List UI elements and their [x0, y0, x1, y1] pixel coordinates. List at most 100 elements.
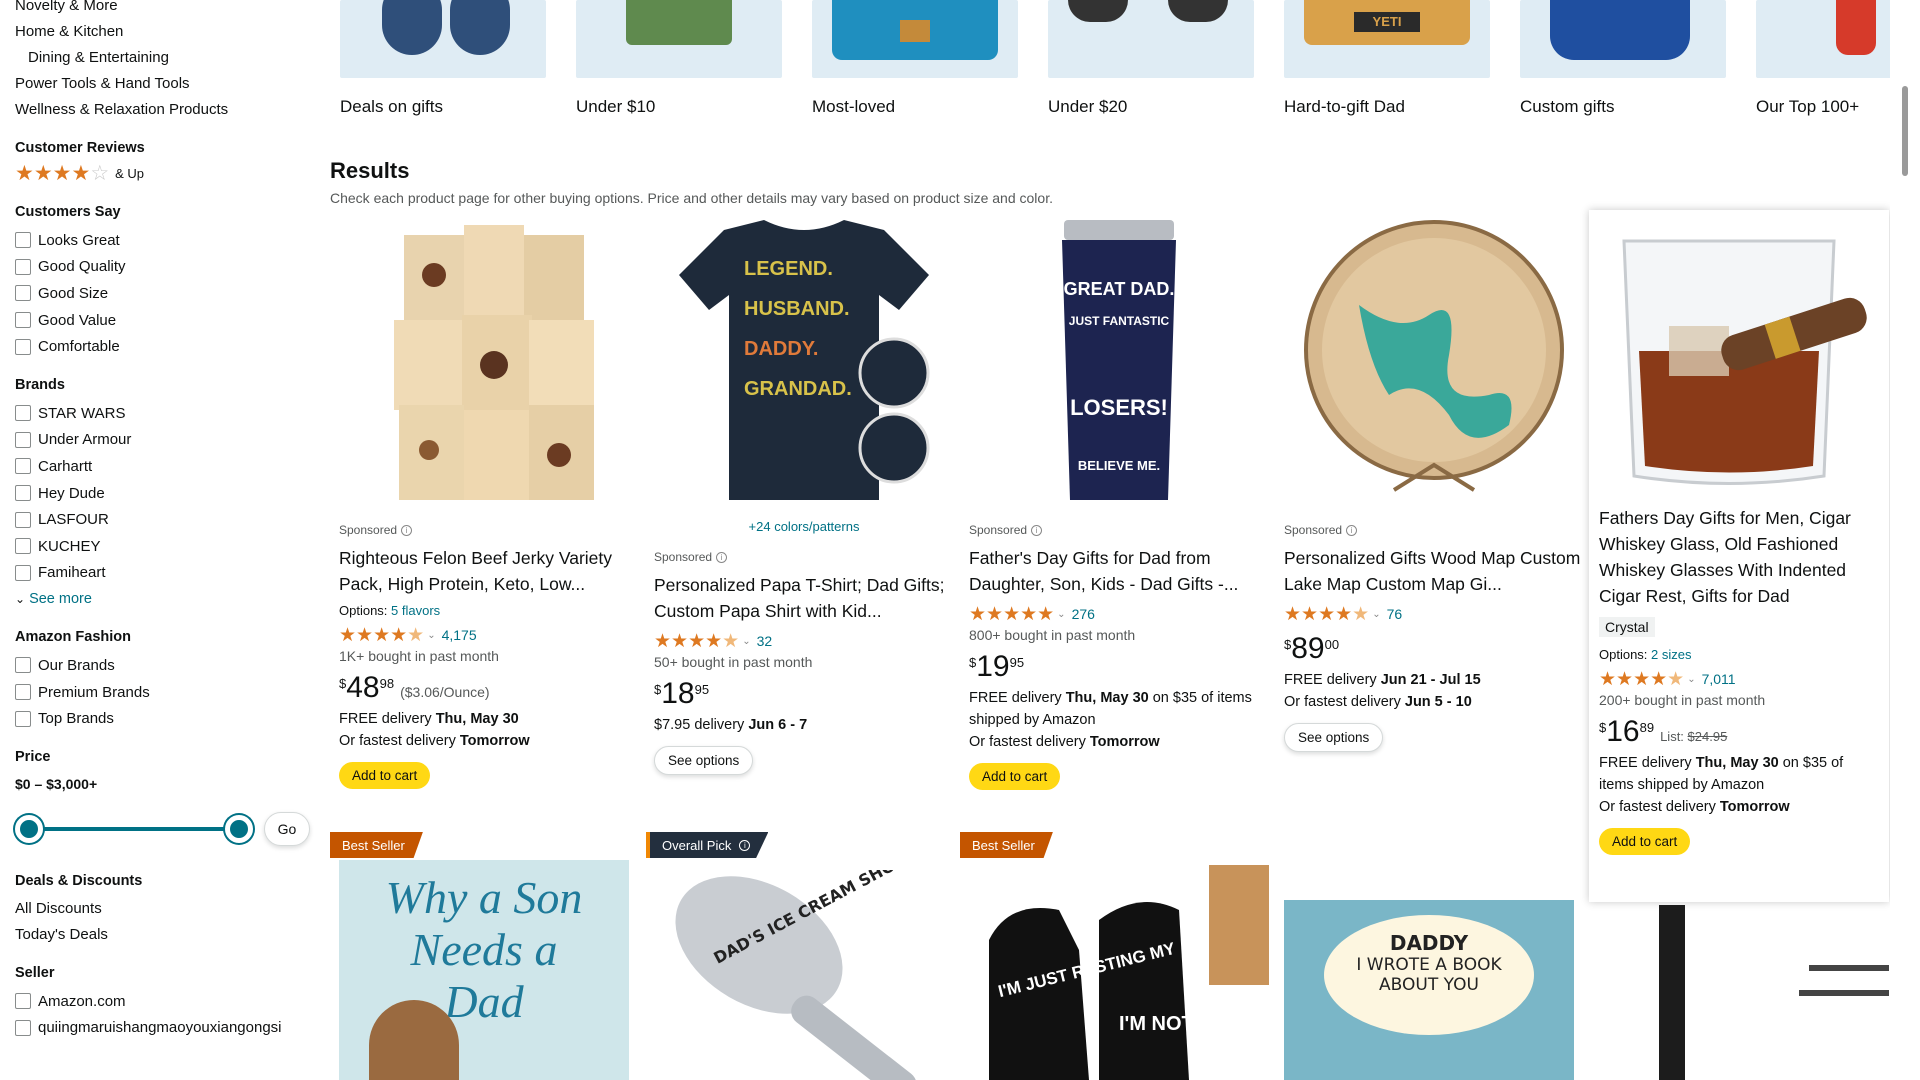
checkbox[interactable] — [15, 710, 31, 727]
product-price: $18 95 — [654, 677, 710, 710]
checkbox[interactable] — [15, 232, 31, 249]
four-stars-and-up-filter[interactable]: ★ ★ ★ ★ ☆ & Up — [15, 159, 320, 187]
see-options-button[interactable]: See options — [1284, 723, 1384, 752]
checkbox[interactable] — [15, 657, 31, 674]
checkbox[interactable] — [15, 312, 31, 329]
checkbox[interactable] — [15, 511, 31, 528]
checkbox-label: Premium Brands — [38, 683, 150, 701]
checkbox[interactable] — [15, 405, 31, 422]
checkbox[interactable] — [15, 538, 31, 555]
price-go-button[interactable]: Go — [264, 811, 310, 846]
category-tile-deals[interactable]: Deals on gifts — [340, 0, 546, 117]
category-tile-custom-gifts[interactable]: Custom gifts — [1520, 0, 1726, 117]
category-tile-hard-to-gift-dad[interactable]: YETI Hard-to-gift Dad — [1284, 0, 1490, 117]
seller-quiingmarui[interactable]: quiingmaruishangmaoyouxiangongsi — [15, 1015, 320, 1042]
review-count[interactable]: 7,011 — [1702, 671, 1736, 687]
half-star-icon: ★ — [407, 624, 425, 646]
category-link-wellness[interactable]: Wellness & Relaxation Products — [15, 97, 320, 123]
all-discounts-link[interactable]: All Discounts — [15, 896, 320, 922]
checkbox[interactable] — [15, 485, 31, 502]
filter-good-size[interactable]: Good Size — [15, 280, 320, 307]
checkbox[interactable] — [15, 258, 31, 275]
brand-kuchey[interactable]: KUCHEY — [15, 533, 320, 560]
product-title[interactable]: Personalized Gifts Wood Map Custom Lake … — [1284, 545, 1584, 597]
product-image-socks[interactable]: I'M JUST RESTING MY I'M NOT — [969, 860, 1269, 1080]
category-tile-under-20[interactable]: Under $20 — [1048, 0, 1254, 117]
add-to-cart-button[interactable]: Add to cart — [339, 762, 431, 789]
product-image-daddy-book[interactable]: DADDY I WROTE A BOOK ABOUT YOU — [1284, 900, 1574, 1080]
filter-good-value[interactable]: Good Value — [15, 307, 320, 334]
product-title[interactable]: Personalized Papa T-Shirt; Dad Gifts; Cu… — [654, 572, 954, 624]
filter-good-quality[interactable]: Good Quality — [15, 254, 320, 281]
price-slider-min-handle[interactable] — [15, 814, 43, 843]
checkbox[interactable] — [15, 1019, 31, 1036]
checkbox[interactable] — [15, 431, 31, 448]
filter-looks-great[interactable]: Looks Great — [15, 227, 320, 254]
book-title-line: Why a Son — [385, 872, 583, 923]
filter-comfortable[interactable]: Comfortable — [15, 333, 320, 360]
review-count[interactable]: 32 — [757, 633, 773, 649]
review-count[interactable]: 276 — [1072, 606, 1095, 622]
info-icon[interactable]: i — [401, 524, 413, 536]
checkbox[interactable] — [15, 338, 31, 355]
brand-famiheart[interactable]: Famiheart — [15, 560, 320, 587]
category-link-power-tools[interactable]: Power Tools & Hand Tools — [15, 71, 320, 97]
product-image[interactable]: LEGEND. HUSBAND. DADDY. GRANDAD. — [654, 215, 954, 505]
price-slider-max-handle[interactable] — [225, 814, 253, 843]
product-image-ice-cream-spoon[interactable]: DAD'S ICE CREAM SHOVEL — [654, 870, 944, 1080]
category-tile-under-10[interactable]: Under $10 — [576, 0, 782, 117]
brand-lasfour[interactable]: LASFOUR — [15, 506, 320, 533]
brand-under-armour[interactable]: Under Armour — [15, 427, 320, 454]
fashion-top-brands[interactable]: Top Brands — [15, 705, 320, 732]
category-tile-top-100[interactable]: Our Top 100+ — [1756, 0, 1890, 117]
add-to-cart-button[interactable]: Add to cart — [1599, 828, 1691, 855]
brand-carhartt[interactable]: Carhartt — [15, 453, 320, 480]
see-options-button[interactable]: See options — [654, 746, 754, 775]
price-slider-track — [29, 826, 239, 831]
checkbox[interactable] — [15, 285, 31, 302]
checkbox[interactable] — [15, 564, 31, 581]
product-title[interactable]: Righteous Felon Beef Jerky Variety Pack,… — [339, 545, 639, 597]
todays-deals-link[interactable]: Today's Deals — [15, 922, 320, 948]
page-scrollbar[interactable] — [1890, 0, 1920, 1080]
fashion-premium-brands[interactable]: Premium Brands — [15, 679, 320, 706]
info-icon[interactable]: i — [716, 551, 728, 563]
brand-star-wars[interactable]: STAR WARS — [15, 400, 320, 427]
options-link[interactable]: 5 flavors — [391, 603, 440, 618]
info-icon[interactable]: i — [1346, 524, 1358, 536]
product-image-book-son-dad[interactable]: Why a Son Needs a Dad — [339, 860, 629, 1080]
brand-hey-dude[interactable]: Hey Dude — [15, 480, 320, 507]
review-count[interactable]: 4,175 — [442, 627, 477, 643]
scrollbar-thumb[interactable] — [1902, 86, 1908, 176]
category-link-novelty[interactable]: Novelty & More — [15, 0, 320, 19]
price-range-label: $0 – $3,000+ — [15, 775, 98, 792]
product-rating[interactable]: ★★★★ ★ ⌄ 7,011 — [1599, 668, 1879, 690]
product-image[interactable]: GREAT DAD. JUST FANTASTIC LOSERS! BELIEV… — [969, 215, 1269, 505]
info-icon[interactable]: i — [1031, 524, 1043, 536]
see-more-brands-link[interactable]: ⌄ See more — [15, 586, 320, 612]
review-count[interactable]: 76 — [1387, 606, 1403, 622]
checkbox[interactable] — [15, 993, 31, 1010]
colors-patterns-link[interactable]: +24 colors/patterns — [654, 519, 954, 534]
product-rating[interactable]: ★★★★ ★ ⌄ 76 — [1284, 603, 1584, 625]
category-link-dining[interactable]: Dining & Entertaining — [15, 45, 320, 71]
product-title[interactable]: Father's Day Gifts for Dad from Daughter… — [969, 545, 1269, 597]
product-rating[interactable]: ★★★★★ ⌄ 276 — [969, 603, 1269, 625]
category-link-home-kitchen[interactable]: Home & Kitchen — [15, 19, 320, 45]
product-image[interactable] — [1599, 218, 1879, 493]
product-rating[interactable]: ★★★★ ★ ⌄ 4,175 — [339, 624, 639, 646]
product-title[interactable]: Fathers Day Gifts for Men, Cigar Whiskey… — [1599, 505, 1879, 609]
add-to-cart-button[interactable]: Add to cart — [969, 763, 1061, 790]
options-link[interactable]: 2 sizes — [1651, 647, 1691, 662]
checkbox[interactable] — [15, 684, 31, 701]
seller-amazon[interactable]: Amazon.com — [15, 988, 320, 1015]
fashion-our-brands[interactable]: Our Brands — [15, 652, 320, 679]
category-tile-most-loved[interactable]: Most-loved — [812, 0, 1018, 117]
results-heading: Results — [330, 158, 410, 183]
info-icon[interactable]: i — [739, 839, 751, 851]
product-image[interactable] — [1284, 215, 1584, 505]
checkbox[interactable] — [15, 458, 31, 475]
product-image-multitool-pen[interactable] — [1599, 905, 1889, 1080]
product-rating[interactable]: ★★★★ ★ ⌄ 32 — [654, 630, 954, 652]
product-image[interactable] — [339, 215, 639, 505]
